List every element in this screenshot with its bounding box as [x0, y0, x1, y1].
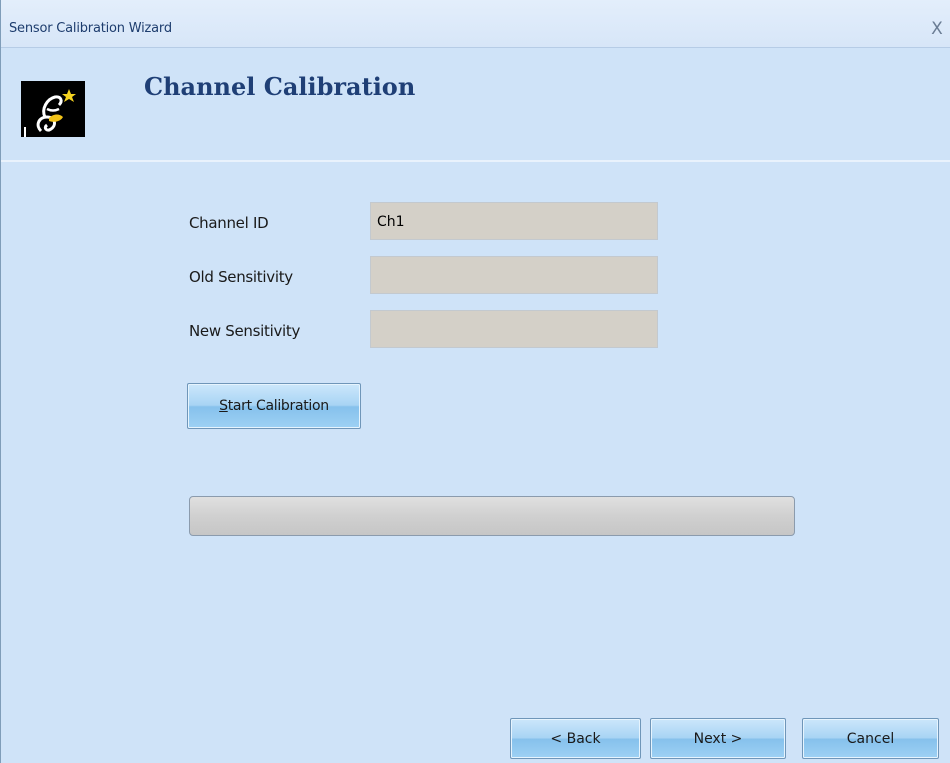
close-button[interactable]: X	[926, 18, 948, 40]
old-sensitivity-label: Old Sensitivity	[189, 268, 293, 286]
channel-id-label: Channel ID	[189, 214, 269, 232]
old-sensitivity-field[interactable]	[370, 256, 658, 294]
wizard-window: Sensor Calibration Wizard X Channel Cali…	[0, 0, 950, 763]
start-calibration-button[interactable]: Start Calibration	[187, 383, 361, 429]
wizard-logo-icon	[21, 81, 85, 137]
new-sensitivity-label: New Sensitivity	[189, 322, 301, 340]
page-title: Channel Calibration	[144, 72, 416, 101]
start-calibration-mnemonic: S	[219, 398, 228, 414]
next-button[interactable]: Next >	[650, 718, 786, 759]
wizard-header	[1, 49, 950, 161]
start-calibration-label: tart Calibration	[227, 398, 329, 414]
channel-id-field[interactable]: Ch1	[370, 202, 658, 240]
back-button[interactable]: < Back	[510, 718, 641, 759]
title-bar: Sensor Calibration Wizard X	[1, 0, 950, 48]
header-divider	[1, 160, 950, 162]
cancel-button[interactable]: Cancel	[802, 718, 939, 759]
new-sensitivity-field[interactable]	[370, 310, 658, 348]
calibration-progress-bar	[189, 496, 795, 536]
window-title: Sensor Calibration Wizard	[9, 21, 172, 36]
